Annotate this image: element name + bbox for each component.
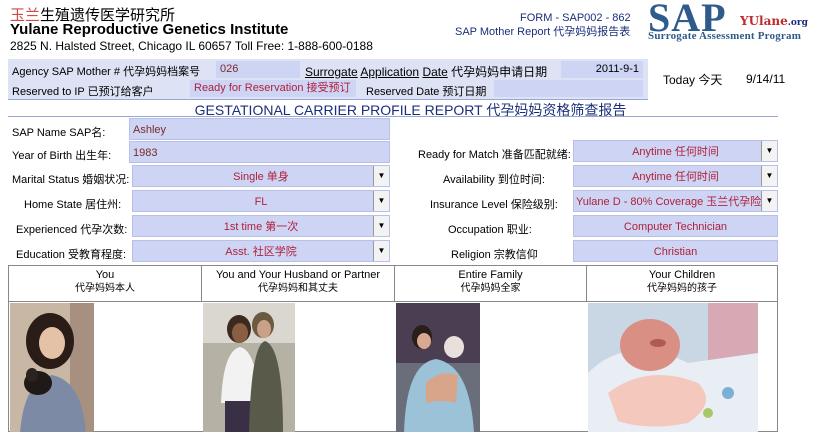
form-name: SAP Mother Report 代孕妈妈报告表 [455, 26, 631, 38]
religion-field[interactable]: Christian [573, 240, 778, 262]
home-select[interactable]: FL ▼ [132, 190, 390, 212]
application-word: Application [360, 65, 420, 79]
reserved-ip-label: Reserved to IP 已预订给客户 [12, 86, 154, 98]
education-value: Asst. 社区学院 [225, 246, 297, 258]
insurance-value: Yulane D - 80% Coverage 玉兰代孕险 [576, 196, 762, 208]
marital-label: Marital Status 婚姻状况: [12, 174, 130, 186]
chevron-down-icon[interactable]: ▼ [373, 241, 389, 261]
photo-table: You 代孕妈妈本人 You and Your Husband or Partn… [8, 265, 778, 432]
name-field[interactable]: Ashley [129, 118, 390, 140]
ready-match-value: Anytime 任何时间 [632, 146, 719, 158]
insurance-label: Insurance Level 保险级别: [430, 199, 558, 211]
chevron-down-icon[interactable]: ▼ [373, 216, 389, 236]
chevron-down-icon[interactable]: ▼ [373, 166, 389, 186]
reserved-date-label: Reserved Date 预订日期 [366, 86, 487, 98]
occupation-label: Occupation 职业: [448, 224, 532, 236]
photo-header-cn: 代孕妈妈和其丈夫 [258, 283, 338, 294]
photo-you[interactable] [10, 303, 94, 432]
insurance-select[interactable]: Yulane D - 80% Coverage 玉兰代孕险 ▼ [573, 190, 778, 212]
today-label: Today 今天 [663, 73, 723, 87]
photo-header-en: You and Your Husband or Partner [215, 269, 381, 281]
religion-label: Religion 宗教信仰 [451, 249, 538, 261]
logo-org-text: .org [787, 18, 808, 28]
yob-label: Year of Birth 出生年: [12, 150, 112, 162]
availability-select[interactable]: Anytime 任何时间 ▼ [573, 165, 778, 187]
logo-yulane-text: YUlane [740, 14, 788, 28]
chevron-down-icon[interactable]: ▼ [373, 191, 389, 211]
photo-family[interactable] [396, 303, 480, 432]
agency-label: Agency SAP Mother # 代孕妈妈档案号 [12, 66, 201, 78]
yob-field[interactable]: 1983 [129, 141, 390, 163]
chevron-down-icon[interactable]: ▼ [761, 166, 777, 186]
date-cn: 代孕妈妈申请日期 [451, 65, 548, 79]
ready-reservation-field[interactable]: Ready for Reservation 接受预订 [190, 80, 356, 97]
name-label: SAP Name SAP名: [12, 127, 106, 139]
photo-header-en: Your Children [648, 269, 716, 281]
photo-header-children: Your Children 代孕妈妈的孩子 [587, 266, 777, 302]
availability-label: Availability 到位时间: [443, 174, 545, 186]
today-value: 9/14/11 [746, 72, 786, 86]
agency-number-field[interactable]: 026 [216, 61, 300, 78]
reserved-date-field[interactable] [494, 80, 643, 97]
institute-name: Yulane Reproductive Genetics Institute [10, 21, 289, 38]
photo-partner[interactable] [203, 303, 295, 432]
ready-match-label: Ready for Match 准备匹配就绪: [418, 149, 571, 161]
sap-logo: SAP YUlane.org Surrogate Assessment Prog… [648, 0, 821, 46]
photo-header-cn: 代孕妈妈全家 [460, 283, 521, 294]
photo-header-you: You 代孕妈妈本人 [9, 266, 202, 302]
ready-match-select[interactable]: Anytime 任何时间 ▼ [573, 140, 778, 162]
availability-value: Anytime 任何时间 [632, 171, 719, 183]
experience-value: 1st time 第一次 [223, 221, 299, 233]
chevron-down-icon[interactable]: ▼ [761, 141, 777, 161]
education-select[interactable]: Asst. 社区学院 ▼ [132, 240, 390, 262]
photo-children[interactable] [588, 303, 758, 432]
marital-value: Single 单身 [233, 171, 289, 183]
marital-select[interactable]: Single 单身 ▼ [132, 165, 390, 187]
home-value: FL [254, 196, 268, 208]
logo-program: Surrogate Assessment Program [648, 30, 802, 42]
photo-header-cn: 代孕妈妈的孩子 [647, 283, 717, 294]
photo-header-en: You [95, 269, 115, 281]
photo-header-cn: 代孕妈妈本人 [75, 283, 135, 294]
chevron-down-icon[interactable]: ▼ [761, 191, 777, 211]
photo-header-family: Entire Family 代孕妈妈全家 [395, 266, 587, 302]
experience-label: Experienced 代孕次数: [16, 224, 128, 236]
photo-header-partner: You and Your Husband or Partner 代孕妈妈和其丈夫 [202, 266, 395, 302]
institute-address: 2825 N. Halsted Street, Chicago IL 60657… [10, 39, 373, 53]
application-date-field[interactable]: 2011-9-1 [561, 61, 643, 78]
application-date-label: Surrogate Application Date 代孕妈妈申请日期 [305, 63, 547, 80]
logo-yulane: YUlane.org [740, 14, 808, 28]
home-label: Home State 居住州: [24, 199, 122, 211]
title-divider [8, 116, 778, 117]
occupation-field[interactable]: Computer Technician [573, 215, 778, 237]
experience-select[interactable]: 1st time 第一次 ▼ [132, 215, 390, 237]
date-word: Date [422, 65, 448, 79]
photo-header-en: Entire Family [458, 269, 523, 281]
surrogate-word: Surrogate [305, 65, 358, 79]
report-title: GESTATIONAL CARRIER PROFILE REPORT 代孕妈妈资… [194, 102, 627, 118]
education-label: Education 受教育程度: [16, 249, 127, 261]
